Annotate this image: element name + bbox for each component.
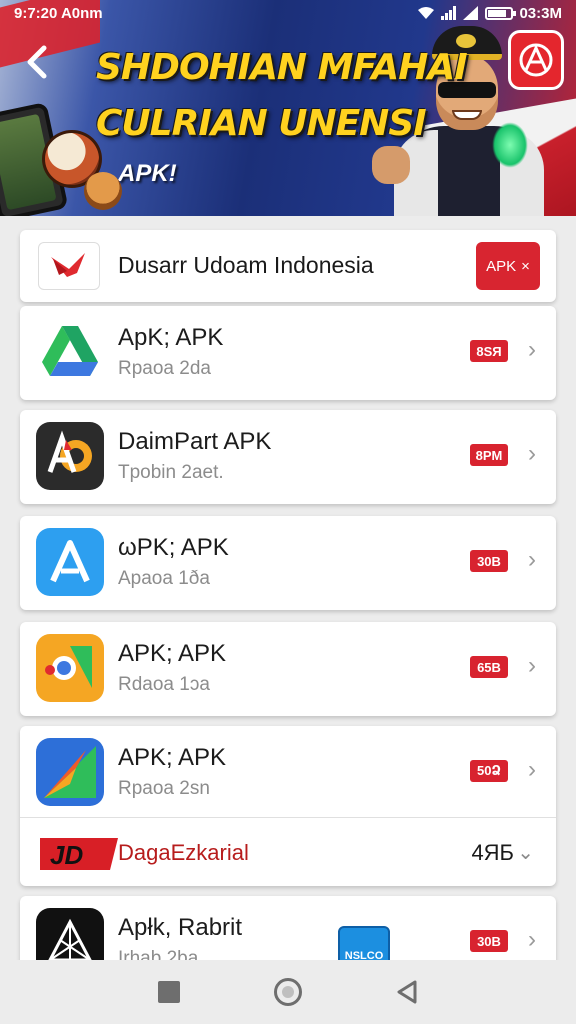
- promo-banner[interactable]: 9:7:20 A0nm 03:3M SHDOHIAN MFAHAI CULRIA…: [0, 0, 576, 216]
- blue-a-icon: [36, 528, 104, 596]
- ad-number: 4ЯБ: [471, 840, 514, 865]
- size-badge: 50Ձ: [470, 760, 508, 782]
- app-title: DaimPart APK: [118, 428, 272, 455]
- ad-name: DagaEzkarial: [118, 840, 249, 865]
- app-subtitle: Tpobin 2aet.: [118, 462, 224, 483]
- red-bird-logo-icon: [51, 253, 85, 277]
- list-item[interactable]: ApK; APK Rpaoa 2da 8SЯ ›: [20, 306, 556, 400]
- chevron-left-icon: [27, 45, 47, 79]
- app-title: Apłk, Rabrit: [118, 914, 243, 941]
- status-clock-right: 03:3M: [519, 4, 562, 22]
- svg-text:JD: JD: [50, 840, 83, 870]
- app-title: APK; APK: [118, 744, 227, 771]
- headline-line-2: CULRIAN UNENSI: [96, 103, 427, 144]
- banner-headline: SHDOHIAN MFAHAI CULRIAN UNENSI: [96, 40, 468, 152]
- signal-icon: [441, 6, 457, 20]
- banner-apk-tag: APK!: [118, 160, 177, 187]
- chevron-right-icon: ›: [528, 926, 536, 953]
- featured-app-logo: [38, 242, 100, 290]
- circle-home-icon: [273, 978, 302, 1006]
- chevron-right-icon: ›: [528, 440, 536, 467]
- list-item[interactable]: APK; APK Rpaoa 2sn 50Ձ ›: [20, 726, 556, 817]
- app-logo-icon: [519, 43, 553, 77]
- featured-apk-button[interactable]: APK ×: [476, 242, 540, 290]
- app-title: ApK; APK: [118, 324, 224, 351]
- featured-app-card[interactable]: Dusarr Udoam Indonesia APK ×: [20, 230, 556, 302]
- ad-logo-icon: [36, 422, 104, 490]
- chevron-right-icon: ›: [528, 546, 536, 573]
- home-button[interactable]: [268, 972, 308, 1012]
- signal-icon-2: [463, 6, 479, 20]
- size-badge: 8SЯ: [470, 340, 508, 362]
- app-logo-button[interactable]: [508, 30, 564, 90]
- back-button[interactable]: [20, 44, 56, 84]
- google-drive-style-icon: [36, 318, 104, 386]
- triangle-back-icon: [397, 980, 417, 1004]
- app-title: APK; APK: [118, 640, 227, 667]
- recents-button[interactable]: [149, 972, 189, 1012]
- wifi-icon: [418, 7, 435, 19]
- size-badge: 65B: [470, 656, 508, 678]
- headline-line-1: SHDOHIAN MFAHAI: [96, 47, 468, 88]
- size-badge: 8PM: [470, 444, 508, 466]
- red-arrow-icon: [36, 738, 104, 806]
- status-bar: 9:7:20 A0nm 03:3M: [0, 0, 576, 26]
- square-icon: [158, 981, 181, 1003]
- size-badge: 30B: [470, 550, 508, 572]
- list-item[interactable]: DaimPart APK Tpobin 2aet. 8PM ›: [20, 410, 556, 504]
- app-subtitle: Rpaoa 2da: [118, 358, 211, 379]
- mascot-illustration: [84, 172, 122, 210]
- featured-apk-label: APK: [486, 257, 517, 275]
- chevron-right-icon: ›: [528, 336, 536, 363]
- chevron-right-icon: ›: [528, 756, 536, 783]
- battery-icon: [485, 6, 517, 20]
- status-time: 9:7:20 A0nm: [14, 4, 103, 22]
- jd-logo-icon: JD: [36, 834, 122, 874]
- featured-app-name: Dusarr Udoam Indonesia: [118, 252, 374, 278]
- app-title: ωPK; APK: [118, 534, 229, 561]
- orange-camera-icon: [36, 634, 104, 702]
- status-icons: 03:3M: [417, 5, 562, 22]
- app-subtitle: Rpaoa 2sn: [118, 778, 210, 799]
- chevron-right-icon: ›: [528, 652, 536, 679]
- list-item[interactable]: Apłk, Rabrit Irhab 2ba NSLCO 30B ›: [20, 896, 556, 976]
- nav-back-button[interactable]: [387, 972, 427, 1012]
- system-nav-bar: [0, 960, 576, 1024]
- list-item[interactable]: APK; APK Rdaoa 1ɔa 65B ›: [20, 622, 556, 716]
- glowing-gem-icon: [492, 122, 528, 168]
- chevron-down-icon: ⌄: [517, 842, 534, 864]
- size-badge: 30B: [470, 930, 508, 952]
- app-subtitle: Rdaoa 1ɔa: [118, 674, 210, 695]
- app-subtitle: Apaoa 1ða: [118, 568, 210, 589]
- list-item-group: APK; APK Rpaoa 2sn 50Ձ › JD DagaEzkarial…: [20, 726, 556, 886]
- list-item[interactable]: ωPK; APK Apaoa 1ða 30B ›: [20, 516, 556, 610]
- close-icon: ×: [521, 257, 530, 275]
